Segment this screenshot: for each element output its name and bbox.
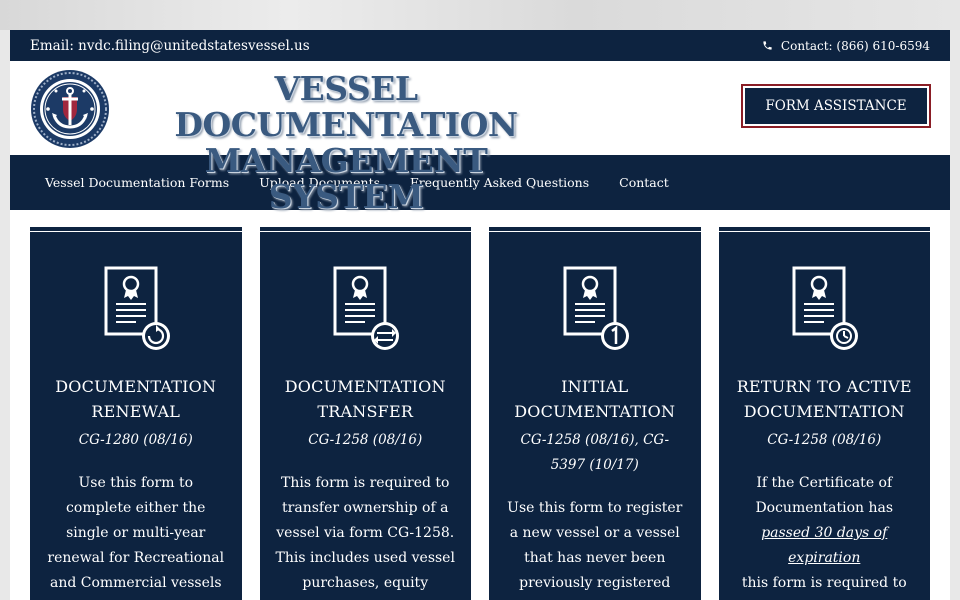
contact-phone: Contact: (866) 610-6594: [780, 38, 930, 53]
card-description: Use this form to complete either the sin…: [47, 475, 225, 591]
certificate-initial-icon: [563, 266, 629, 350]
card-form-code: CG-1280 (08/16): [78, 432, 193, 448]
form-cards: DOCUMENTATION RENEWAL CG-1280 (08/16) Us…: [30, 227, 930, 600]
card-title: DOCUMENTATION TRANSFER: [284, 377, 446, 421]
certificate-renew-icon: [104, 266, 170, 350]
card-title: DOCUMENTATION RENEWAL: [55, 377, 217, 421]
card-description: This form is required to transfer owners…: [275, 475, 455, 591]
anchor-seal-logo[interactable]: [30, 69, 110, 149]
nav-contact[interactable]: Contact: [619, 175, 669, 190]
card-documentation-renewal[interactable]: DOCUMENTATION RENEWAL CG-1280 (08/16) Us…: [30, 227, 242, 600]
site-title: VESSEL DOCUMENTATION MANAGEMENT SYSTEM: [130, 71, 562, 215]
card-title: INITIAL DOCUMENTATION: [514, 377, 676, 421]
email-text[interactable]: Email: nvdc.filing@unitedstatesvessel.us: [30, 38, 310, 54]
contact-info[interactable]: Contact: (866) 610-6594: [762, 39, 930, 53]
form-assistance-button[interactable]: FORM ASSISTANCE: [741, 84, 931, 128]
card-return-to-active[interactable]: RETURN TO ACTIVE DOCUMENTATION CG-1258 (…: [718, 227, 930, 600]
expiration-link[interactable]: passed 30 days of expiration: [761, 525, 887, 566]
certificate-transfer-icon: [333, 266, 400, 350]
site-container: Email: nvdc.filing@unitedstatesvessel.us…: [10, 30, 950, 600]
certificate-clock-icon: [792, 266, 859, 350]
card-form-code: CG-1258 (08/16): [767, 432, 882, 448]
card-title: RETURN TO ACTIVE DOCUMENTATION: [736, 377, 912, 421]
card-description: Use this form to register a new vessel o…: [507, 500, 683, 591]
card-form-code: CG-1258 (08/16), CG-5397 (10/17): [520, 432, 670, 473]
site-header: VESSEL DOCUMENTATION MANAGEMENT SYSTEM F…: [10, 61, 950, 215]
site-title-line1: VESSEL DOCUMENTATION: [174, 69, 518, 144]
card-documentation-transfer[interactable]: DOCUMENTATION TRANSFER CG-1258 (08/16) T…: [259, 227, 471, 600]
card-form-code: CG-1258 (08/16): [308, 432, 423, 448]
page-background: [0, 0, 960, 30]
phone-icon: [763, 41, 772, 50]
card-initial-documentation[interactable]: INITIAL DOCUMENTATION CG-1258 (08/16), C…: [489, 227, 701, 600]
top-bar: Email: nvdc.filing@unitedstatesvessel.us…: [10, 30, 950, 61]
card-description: If the Certificate of Documentation has …: [741, 475, 907, 591]
site-title-line2: MANAGEMENT SYSTEM: [204, 141, 488, 216]
